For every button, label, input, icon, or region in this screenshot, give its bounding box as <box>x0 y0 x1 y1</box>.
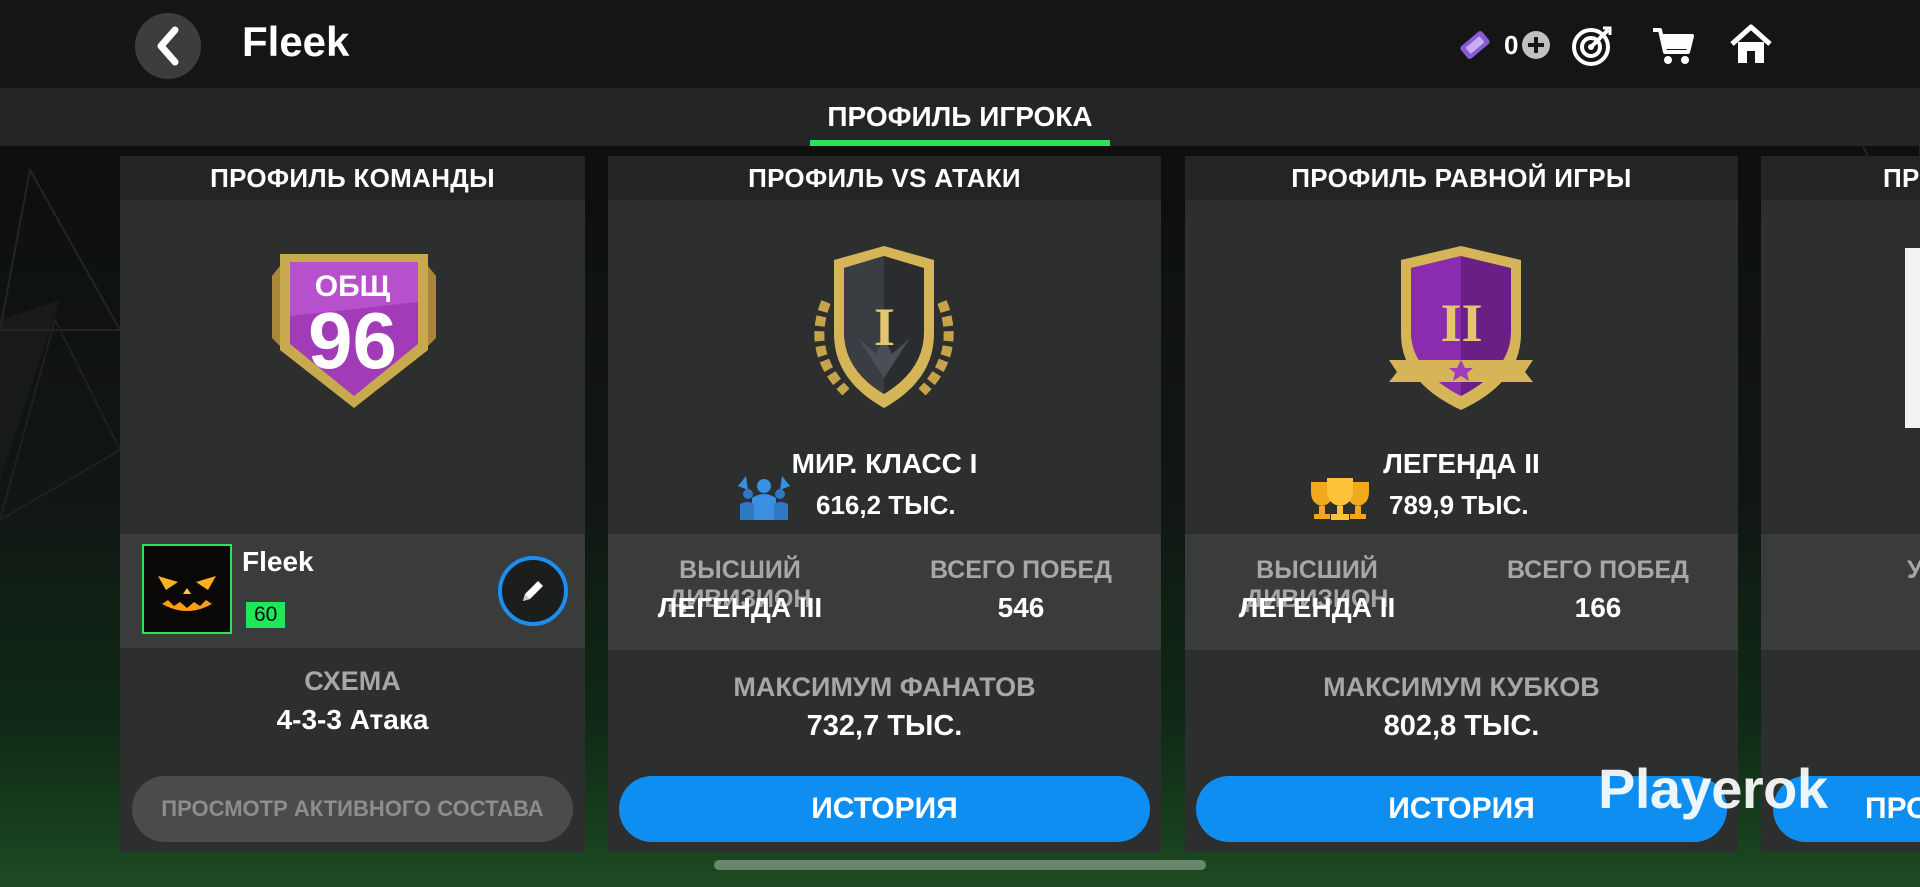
player-name: Fleek <box>242 546 314 577</box>
stats-band: ВЫСШИЙ ДИВИЗИОН ЛЕГЕНДА III ВСЕГО ПОБЕД … <box>608 534 1161 650</box>
badge-numeral: II <box>1440 293 1483 353</box>
stats-band: У <box>1761 534 1920 650</box>
total-wins-label: ВСЕГО ПОБЕД <box>930 556 1112 584</box>
total-wins-label: ВСЕГО ПОБЕД <box>1507 556 1689 584</box>
back-button[interactable] <box>135 13 201 79</box>
top-bar: Fleek 0 <box>0 0 1920 88</box>
plus-circle-icon[interactable] <box>1518 20 1554 70</box>
edit-profile-button[interactable] <box>498 556 568 626</box>
pumpkin-icon <box>144 546 230 632</box>
best-division-value: ЛЕГЕНДА II <box>1238 592 1396 623</box>
home-indicator[interactable] <box>714 860 1206 870</box>
rank-name: ЛЕГЕНДА II <box>1383 448 1540 479</box>
chevron-left-icon <box>157 26 179 66</box>
home-icon[interactable] <box>1726 20 1776 70</box>
scheme-label: СХЕМА <box>304 666 401 696</box>
pencil-icon <box>523 581 543 601</box>
partial-badge <box>1905 248 1920 428</box>
h2h-profile-card: ПРОФИЛЬ РАВНОЙ ИГРЫ II ЛЕГЕНДА II 789,9 … <box>1185 156 1738 852</box>
total-wins-value: 166 <box>1574 592 1622 623</box>
best-division-value: ЛЕГЕНДА III <box>657 592 823 623</box>
card-title: ПРОФИЛЬ РАВНОЙ ИГРЫ <box>1185 156 1738 200</box>
currency-value: 0 <box>1504 30 1519 60</box>
tab-bar: ПРОФИЛЬ ИГРОКА <box>0 88 1920 146</box>
trophies-points: 789,9 ТЫС. <box>1389 490 1529 520</box>
fans-icon <box>738 476 790 520</box>
rank-name: МИР. КЛАСС I <box>791 448 978 479</box>
avatar <box>142 544 232 634</box>
vs-attack-profile-card: ПРОФИЛЬ VS АТАКИ I МИР. КЛАСС I 616,2 ТЫ… <box>608 156 1161 852</box>
ticket-icon <box>1452 20 1498 70</box>
card-title: ПР <box>1761 156 1920 200</box>
history-button[interactable]: ИСТОРИЯ <box>619 776 1150 842</box>
stats-band: ВЫСШИЙ ДИВИЗИОН ЛЕГЕНДА II ВСЕГО ПОБЕД 1… <box>1185 534 1738 650</box>
max-trophies-label: МАКСИМУМ КУБКОВ <box>1323 672 1600 702</box>
trophies-icon <box>1311 478 1369 520</box>
total-wins-value: 546 <box>997 592 1045 623</box>
scheme-value: 4-3-3 Атака <box>276 704 429 735</box>
tab-player-profile[interactable]: ПРОФИЛЬ ИГРОКА <box>810 88 1110 146</box>
target-icon[interactable] <box>1568 20 1618 70</box>
active-tab-indicator <box>810 140 1110 146</box>
level-badge: 60 <box>246 602 286 628</box>
overall-value: 96 <box>308 296 397 385</box>
card-title: ПРОФИЛЬ КОМАНДЫ <box>120 156 585 200</box>
partial-profile-card: ПР У ПРО <box>1761 156 1920 852</box>
player-info: Fleek 60 <box>120 534 585 648</box>
card-title: ПРОФИЛЬ VS АТАКИ <box>608 156 1161 200</box>
max-trophies-value: 802,8 ТЫС. <box>1383 710 1540 742</box>
max-fans-value: 732,7 ТЫС. <box>806 710 963 742</box>
partial-stat-label: У <box>1907 556 1920 584</box>
cart-icon[interactable] <box>1648 20 1698 70</box>
page-title: Fleek <box>242 18 350 65</box>
team-profile-card: ПРОФИЛЬ КОМАНДЫ ОБЩ 96 Fleek 60 СХЕМА 4-… <box>120 156 585 852</box>
watermark: Playerok <box>1598 757 1828 820</box>
max-fans-label: МАКСИМУМ ФАНАТОВ <box>733 672 1036 702</box>
fans-points: 616,2 ТЫС. <box>816 490 956 520</box>
badge-numeral: I <box>873 297 895 357</box>
view-active-squad-button[interactable]: ПРОСМОТР АКТИВНОГО СОСТАВА <box>132 776 573 842</box>
